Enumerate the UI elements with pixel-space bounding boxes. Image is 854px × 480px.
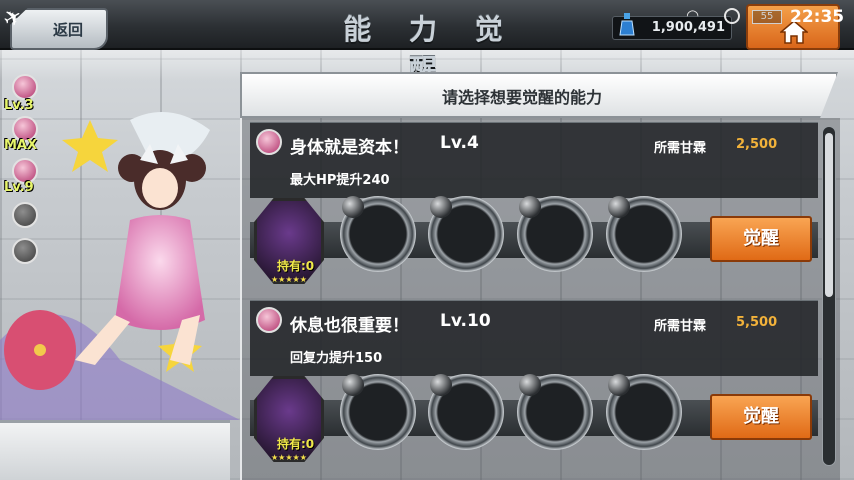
slot-knob bbox=[430, 374, 452, 396]
slot-knob bbox=[608, 196, 630, 218]
hp-icon bbox=[256, 129, 282, 155]
badge-level: Lv.9 bbox=[4, 180, 34, 195]
material-slot[interactable] bbox=[428, 374, 504, 450]
background-console bbox=[0, 420, 230, 480]
potion-icon bbox=[619, 13, 635, 36]
ability-card-header: 身体就是资本！ Lv.4 所需甘霖 2,500 最大HP提升240 bbox=[250, 122, 818, 198]
status-clock: 22:35 bbox=[790, 7, 845, 27]
owned-count: 持有:0 bbox=[277, 437, 315, 451]
material-slot[interactable] bbox=[517, 374, 593, 450]
slot-knob bbox=[342, 374, 364, 396]
battery-indicator: 55 bbox=[752, 10, 782, 24]
material-slots: 持有:0 ★★★★★ 觉醒 bbox=[250, 374, 818, 468]
material-slot[interactable] bbox=[517, 196, 593, 272]
alarm-icon bbox=[724, 8, 740, 24]
badge-level: Lv.3 bbox=[4, 98, 34, 113]
instruction-text: 请选择想要觉醒的能力 bbox=[442, 88, 603, 107]
slot-knob bbox=[519, 374, 541, 396]
slot-knob bbox=[430, 196, 452, 218]
ability-card: 休息也很重要！ Lv.10 所需甘霖 5,500 回复力提升150 持有:0 ★… bbox=[250, 300, 818, 468]
ability-name: 身体就是资本！ bbox=[290, 138, 409, 158]
cost-label: 所需甘霖 bbox=[654, 141, 707, 156]
rarity-stars: ★★★★★ bbox=[271, 275, 307, 284]
back-label: 返回 bbox=[52, 20, 83, 39]
slot-knob bbox=[519, 196, 541, 218]
ability-level: Lv.4 bbox=[440, 133, 479, 153]
material-card[interactable]: 持有:0 ★★★★★ bbox=[254, 198, 324, 284]
material-slot[interactable] bbox=[340, 374, 416, 450]
ability-description: 最大HP提升240 bbox=[290, 173, 390, 188]
slot-knob bbox=[608, 374, 630, 396]
heal-icon bbox=[256, 307, 282, 333]
scroll-thumb[interactable] bbox=[825, 133, 833, 297]
instruction-header: 请选择想要觉醒的能力 bbox=[240, 72, 838, 118]
ability-level: Lv.10 bbox=[440, 311, 491, 331]
material-slot[interactable] bbox=[428, 196, 504, 272]
locked-skill-icon[interactable] bbox=[12, 202, 38, 228]
back-button[interactable]: 返回 bbox=[10, 8, 108, 50]
hp-icon[interactable] bbox=[12, 74, 38, 100]
material-card[interactable]: 持有:0 ★★★★★ bbox=[254, 376, 324, 462]
ability-card: 身体就是资本！ Lv.4 所需甘霖 2,500 最大HP提升240 持有:0 ★… bbox=[250, 122, 818, 290]
wifi-icon: ◠ bbox=[686, 6, 700, 24]
top-bar: 返回 ✈ 能 力 觉 醒 1,900,491 ◠ 55 22:35 bbox=[0, 0, 854, 86]
cost-label: 所需甘霖 bbox=[654, 319, 707, 334]
slot-knob bbox=[342, 196, 364, 218]
material-slot[interactable] bbox=[606, 196, 682, 272]
cost-value: 2,500 bbox=[736, 137, 778, 152]
rarity-stars: ★★★★★ bbox=[271, 453, 307, 462]
awaken-button[interactable]: 觉醒 bbox=[710, 216, 812, 262]
material-slots: 持有:0 ★★★★★ 觉醒 bbox=[250, 196, 818, 290]
badge-level: MAX bbox=[4, 138, 38, 153]
cost-value: 5,500 bbox=[736, 315, 778, 330]
skill-badge-column: Lv.3 MAX Lv.9 bbox=[4, 72, 50, 272]
ability-card-header: 休息也很重要！ Lv.10 所需甘霖 5,500 回复力提升150 bbox=[250, 300, 818, 376]
material-slot[interactable] bbox=[340, 196, 416, 272]
locked-skill-icon[interactable] bbox=[12, 238, 38, 264]
material-slot[interactable] bbox=[606, 374, 682, 450]
ability-name: 休息也很重要！ bbox=[290, 316, 409, 336]
ability-description: 回复力提升150 bbox=[290, 351, 383, 366]
owned-count: 持有:0 bbox=[277, 259, 315, 273]
awaken-button[interactable]: 觉醒 bbox=[710, 394, 812, 440]
list-scrollbar[interactable] bbox=[822, 126, 836, 466]
system-status-bar: ◠ 55 22:35 bbox=[680, 4, 854, 30]
